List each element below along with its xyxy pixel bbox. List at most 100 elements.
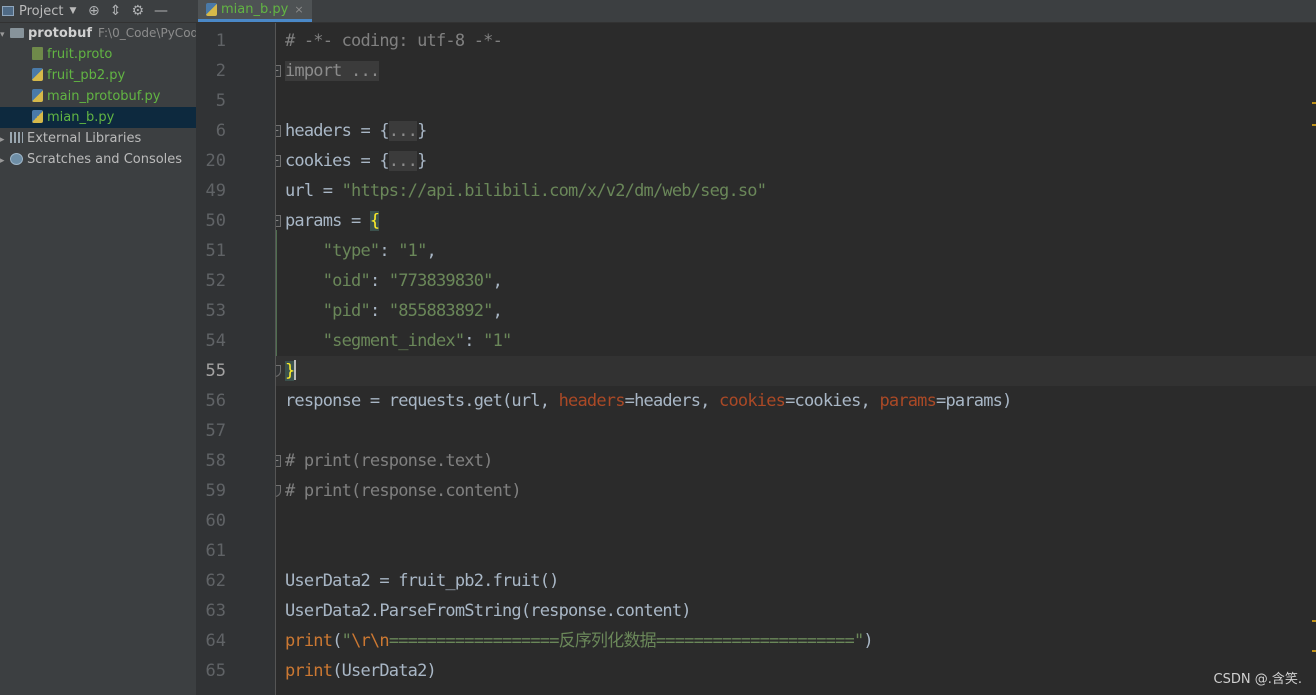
- project-panel-header: Project ▼ ⊕ ⇕ ⚙ —: [0, 0, 196, 23]
- code-token: headers: [558, 391, 626, 411]
- code-token: ,: [492, 301, 503, 321]
- code-line[interactable]: # print(response.content): [285, 476, 522, 506]
- line-number: 5: [215, 91, 226, 111]
- watermark: CSDN @.含笑.: [1213, 672, 1302, 687]
- code-token: "https://api.bilibili.com/x/v2/dm/web/se…: [341, 181, 767, 201]
- code-line[interactable]: UserData2 = fruit_pb2.fruit(): [285, 566, 559, 596]
- python-file-icon: [206, 3, 217, 16]
- tab-mian-b[interactable]: mian_b.py ×: [198, 0, 312, 22]
- code-token: cookies = {: [285, 151, 390, 171]
- project-view-selector[interactable]: Project ▼: [0, 4, 76, 19]
- code-line[interactable]: UserData2.ParseFromString(response.conte…: [285, 596, 692, 626]
- fold-toggle-icon[interactable]: −: [276, 125, 281, 137]
- code-token: "type": [322, 241, 380, 261]
- tree-item-protobuf[interactable]: ▾ protobuf F:\0_Code\PyCode: [0, 23, 196, 44]
- code-line[interactable]: print("\r\n==================反序列化数据=====…: [285, 626, 874, 656]
- code-token: =headers,: [624, 391, 720, 411]
- code-token: :: [369, 271, 389, 291]
- close-icon[interactable]: ×: [294, 3, 303, 16]
- line-number: 50: [205, 211, 226, 231]
- code-line[interactable]: # print(response.text): [285, 446, 493, 476]
- code-line[interactable]: url = "https://api.bilibili.com/x/v2/dm/…: [285, 176, 767, 206]
- line-number: 1: [215, 31, 226, 51]
- warning-stripe-mark[interactable]: [1312, 124, 1316, 126]
- code-line[interactable]: # -*- coding: utf-8 -*-: [285, 26, 503, 56]
- code-line[interactable]: print(UserData2): [285, 656, 437, 686]
- code-line[interactable]: response = requests.get(url, headers=hea…: [285, 386, 1012, 416]
- fold-toggle-icon[interactable]: −: [276, 215, 281, 227]
- code-line[interactable]: "type": "1",: [285, 236, 437, 266]
- fold-toggle-icon[interactable]: −: [276, 155, 281, 167]
- tree-item-scratches[interactable]: ▸ Scratches and Consoles: [0, 149, 196, 170]
- code-token: url =: [285, 181, 342, 201]
- code-token: cookies: [719, 391, 786, 411]
- fold-toggle-icon[interactable]: −: [276, 455, 281, 467]
- code-token: }: [285, 361, 295, 381]
- code-line[interactable]: "segment_index": "1": [285, 326, 513, 356]
- line-number: 56: [205, 391, 226, 411]
- line-number: 58: [205, 451, 226, 471]
- code-token: ...: [388, 121, 418, 141]
- line-number: 52: [205, 271, 226, 291]
- project-panel: Project ▼ ⊕ ⇕ ⚙ — ▾ protobuf F:\0_Code\PyC…: [0, 0, 196, 695]
- tree-item-external-libraries[interactable]: ▸ External Libraries: [0, 128, 196, 149]
- text-caret: [294, 360, 297, 380]
- current-line-highlight: [276, 356, 1316, 386]
- line-number: 62: [205, 571, 226, 591]
- tree-item-label: fruit_pb2.py: [47, 68, 126, 83]
- code-line[interactable]: "oid": "773839830",: [285, 266, 503, 296]
- code-line[interactable]: cookies = {...}: [285, 146, 427, 176]
- python-file-icon: [32, 89, 43, 102]
- gear-icon[interactable]: ⚙: [131, 0, 144, 22]
- code-token: # print(response.content): [285, 481, 522, 501]
- code-line[interactable]: import ...: [285, 56, 380, 86]
- fold-end-icon[interactable]: [276, 485, 281, 497]
- library-icon: [10, 132, 23, 143]
- tree-item-label: fruit.proto: [47, 47, 113, 62]
- code-token: {: [369, 211, 380, 231]
- collapse-all-icon[interactable]: ⇕: [110, 0, 122, 22]
- line-number: 61: [205, 541, 226, 561]
- warning-stripe-mark[interactable]: [1312, 650, 1316, 652]
- code-token: :: [369, 301, 389, 321]
- chevron-down-icon: ▾: [0, 30, 5, 40]
- chevron-right-icon: ▸: [0, 135, 5, 145]
- tree-item-main-protobuf[interactable]: main_protobuf.py: [0, 86, 196, 107]
- tree-item-fruit-pb2[interactable]: fruit_pb2.py: [0, 65, 196, 86]
- warning-stripe-mark[interactable]: [1312, 620, 1316, 622]
- code-token: }: [417, 151, 427, 171]
- code-token: "773839830": [388, 271, 494, 291]
- code-line[interactable]: "pid": "855883892",: [285, 296, 503, 326]
- code-token: UserData2.ParseFromString(response.conte…: [285, 601, 692, 621]
- code-token: headers = {: [285, 121, 390, 141]
- code-line[interactable]: params = {: [285, 206, 380, 236]
- code-token: "segment_index": [322, 331, 465, 351]
- code-token: "855883892": [388, 301, 494, 321]
- line-number: 49: [205, 181, 226, 201]
- locate-icon[interactable]: ⊕: [88, 0, 100, 22]
- code-token: "oid": [322, 271, 371, 291]
- code-line[interactable]: }: [285, 356, 297, 386]
- tree-item-label: protobuf: [28, 26, 93, 41]
- warning-stripe-mark[interactable]: [1312, 102, 1316, 104]
- code-line[interactable]: headers = {...}: [285, 116, 427, 146]
- code-token: params: [879, 391, 937, 411]
- code-token: \r\n: [351, 631, 390, 651]
- editor-tab-bar: mian_b.py ×: [196, 0, 1316, 23]
- tree-item-fruit-proto[interactable]: fruit.proto: [0, 44, 196, 65]
- fold-toggle-icon[interactable]: −: [276, 65, 281, 77]
- code-token: ,: [426, 241, 437, 261]
- line-number: 60: [205, 511, 226, 531]
- tree-item-label: External Libraries: [27, 131, 142, 146]
- tree-item-mian-b[interactable]: mian_b.py: [0, 107, 196, 128]
- code-editor[interactable]: # -*- coding: utf-8 -*-−import ...−heade…: [276, 23, 1316, 695]
- code-token: # -*- coding: utf-8 -*-: [285, 31, 503, 51]
- folder-icon: [10, 28, 24, 38]
- hide-icon[interactable]: —: [154, 0, 168, 22]
- code-token: (UserData2): [332, 661, 437, 681]
- tab-label: mian_b.py: [221, 2, 289, 17]
- python-file-icon: [32, 68, 43, 81]
- scratches-icon: [10, 153, 23, 165]
